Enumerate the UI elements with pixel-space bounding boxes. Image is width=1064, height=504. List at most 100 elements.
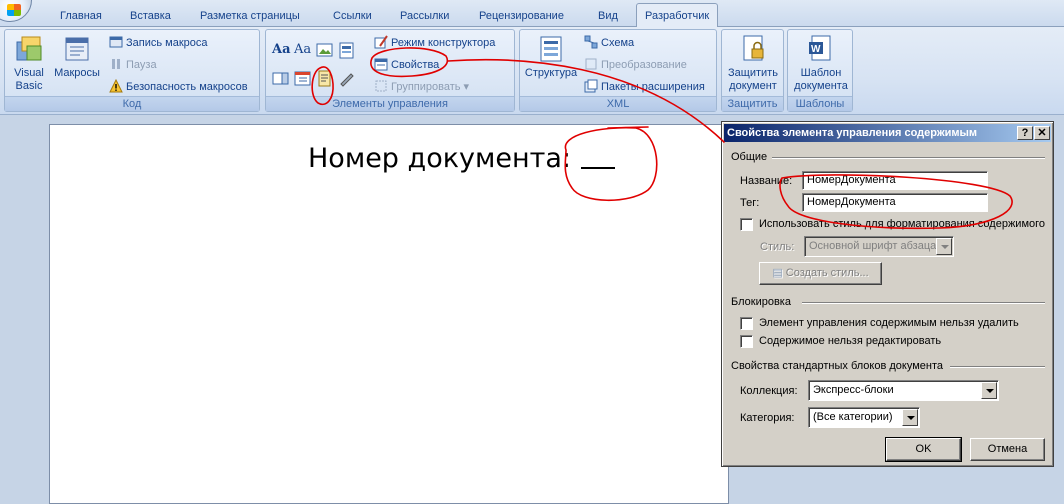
transform-label: Преобразование [601, 59, 687, 71]
group-code: Visual Basic Макросы Запись макроса Пауз… [4, 29, 260, 112]
properties-button[interactable]: Свойства [374, 56, 439, 74]
macro-security-button[interactable]: Безопасность макросов [109, 78, 248, 96]
tab-mailings[interactable]: Рассылки [392, 6, 457, 27]
group-controls: Aa Aa Режим конструктора Свойства Группи… [265, 29, 515, 112]
expansion-packs-icon [584, 79, 598, 93]
cannot-delete-checkbox[interactable] [740, 317, 753, 330]
date-picker-control-icon[interactable] [294, 70, 312, 88]
document-template-button[interactable]: W Шаблон документа [790, 34, 852, 93]
properties-label: Свойства [391, 59, 440, 71]
gallery-select-arrow-icon[interactable] [981, 382, 997, 399]
document-template-label: Шаблон документа [794, 67, 848, 92]
group-button[interactable]: Группировать ▾ [374, 78, 469, 96]
cannot-edit-label: Содержимое нельзя редактировать [759, 335, 942, 347]
content-control-properties-dialog: Свойства элемента управления содержимым … [721, 121, 1054, 467]
ribbon: Visual Basic Макросы Запись макроса Пауз… [0, 27, 1064, 115]
document-text: Номер документа: [308, 143, 571, 174]
category-select[interactable]: (Все категории) [808, 407, 920, 428]
transform-icon [585, 58, 597, 70]
tag-field[interactable]: НомерДокумента [802, 193, 988, 212]
svg-text:W: W [811, 44, 821, 55]
new-style-label: Создать стиль... [785, 267, 869, 279]
structure-button[interactable]: Структура [523, 34, 579, 80]
style-select-arrow-icon[interactable] [936, 238, 952, 255]
gallery-select-value: Экспресс-блоки [813, 384, 894, 396]
group-protect: Защитить документ Защитить [721, 29, 784, 112]
expansion-packs-button[interactable]: Пакеты расширения [584, 78, 705, 96]
locking-section-title: Блокировка [731, 296, 791, 308]
schema-label: Схема [601, 37, 635, 49]
tab-page-layout[interactable]: Разметка страницы [192, 6, 308, 27]
design-mode-button[interactable]: Режим конструктора [374, 34, 495, 52]
close-button[interactable]: ✕ [1034, 126, 1050, 140]
group-templates: W Шаблон документа Шаблоны [787, 29, 853, 112]
group-label: Группировать [391, 81, 461, 93]
category-label: Категория: [740, 412, 795, 424]
visual-basic-button[interactable]: Visual Basic [9, 34, 49, 93]
visual-basic-icon [16, 36, 42, 61]
tools-dropdown-icon[interactable] [338, 70, 356, 88]
transform-button[interactable]: Преобразование [584, 56, 687, 74]
dialog-title: Свойства элемента управления содержимым [727, 127, 978, 139]
office-button[interactable] [0, 0, 32, 22]
structure-icon [540, 36, 562, 62]
rich-text-control-icon[interactable]: Aa [272, 42, 291, 60]
ok-button[interactable]: OK [885, 437, 962, 462]
name-field[interactable]: НомерДокумента [802, 171, 988, 190]
macros-icon [65, 37, 89, 61]
schema-button[interactable]: Схема [584, 34, 634, 52]
tab-view[interactable]: Вид [590, 6, 626, 27]
dialog-title-bar[interactable]: Свойства элемента управления содержимым [724, 124, 1051, 142]
tab-developer[interactable]: Разработчик [636, 3, 719, 28]
tab-review[interactable]: Рецензирование [471, 6, 572, 27]
record-macro-button[interactable]: Запись макроса [109, 34, 208, 52]
cancel-button[interactable]: Отмена [970, 438, 1045, 461]
gallery-label: Коллекция: [740, 385, 798, 397]
combo-box-control-icon[interactable] [272, 70, 290, 88]
style-select[interactable]: Основной шрифт абзаца [804, 236, 954, 257]
category-select-arrow-icon[interactable] [902, 409, 918, 426]
macros-button[interactable]: Макросы [51, 34, 103, 80]
picture-control-icon[interactable] [316, 42, 334, 60]
new-style-button[interactable]: ▤ Создать стиль... [759, 262, 882, 285]
building-block-control-icon[interactable] [338, 42, 356, 60]
group-icon [375, 80, 387, 92]
content-control-placeholder[interactable] [581, 147, 615, 169]
gallery-select[interactable]: Экспресс-блоки [808, 380, 999, 401]
tab-references[interactable]: Ссылки [325, 6, 380, 27]
macro-security-label: Безопасность макросов [126, 81, 248, 93]
document-page[interactable]: Номер документа: [49, 124, 729, 504]
help-button[interactable]: ? [1017, 126, 1033, 140]
warning-icon [109, 79, 123, 93]
document-template-icon: W [809, 35, 831, 61]
building-blocks-section-title: Свойства стандартных блоков документа [731, 360, 944, 372]
group-code-label: Код [5, 96, 259, 111]
locking-separator [802, 302, 1045, 304]
protect-document-button[interactable]: Защитить документ [724, 34, 782, 93]
group-xml-label: XML [520, 96, 716, 111]
plain-text-control-icon[interactable]: Aa [294, 42, 312, 60]
expansion-packs-label: Пакеты расширения [601, 81, 705, 93]
pause-button[interactable]: Пауза [109, 56, 157, 74]
protect-document-label: Защитить документ [728, 67, 778, 92]
tab-home[interactable]: Главная [52, 6, 110, 27]
group-xml: Структура Схема Преобразование Пакеты ра… [519, 29, 717, 112]
properties-icon [374, 58, 388, 71]
record-macro-label: Запись макроса [126, 37, 208, 49]
style-label: Стиль: [760, 241, 795, 253]
legacy-tools-icon[interactable] [316, 70, 334, 88]
use-style-label: Использовать стиль для форматирования со… [759, 218, 1046, 230]
record-macro-icon [109, 36, 123, 48]
use-style-checkbox[interactable] [740, 218, 753, 231]
general-separator [772, 157, 1045, 159]
group-templates-label: Шаблоны [788, 96, 852, 111]
style-select-value: Основной шрифт абзаца [809, 240, 937, 252]
tab-insert[interactable]: Вставка [122, 6, 179, 27]
ribbon-tab-strip: Главная Вставка Разметка страницы Ссылки… [0, 0, 1064, 28]
cannot-edit-checkbox[interactable] [740, 335, 753, 348]
design-mode-label: Режим конструктора [391, 37, 496, 49]
design-mode-icon [374, 35, 388, 49]
category-select-value: (Все категории) [813, 411, 893, 423]
tag-label: Тег: [740, 197, 760, 209]
building-blocks-separator [950, 366, 1045, 368]
